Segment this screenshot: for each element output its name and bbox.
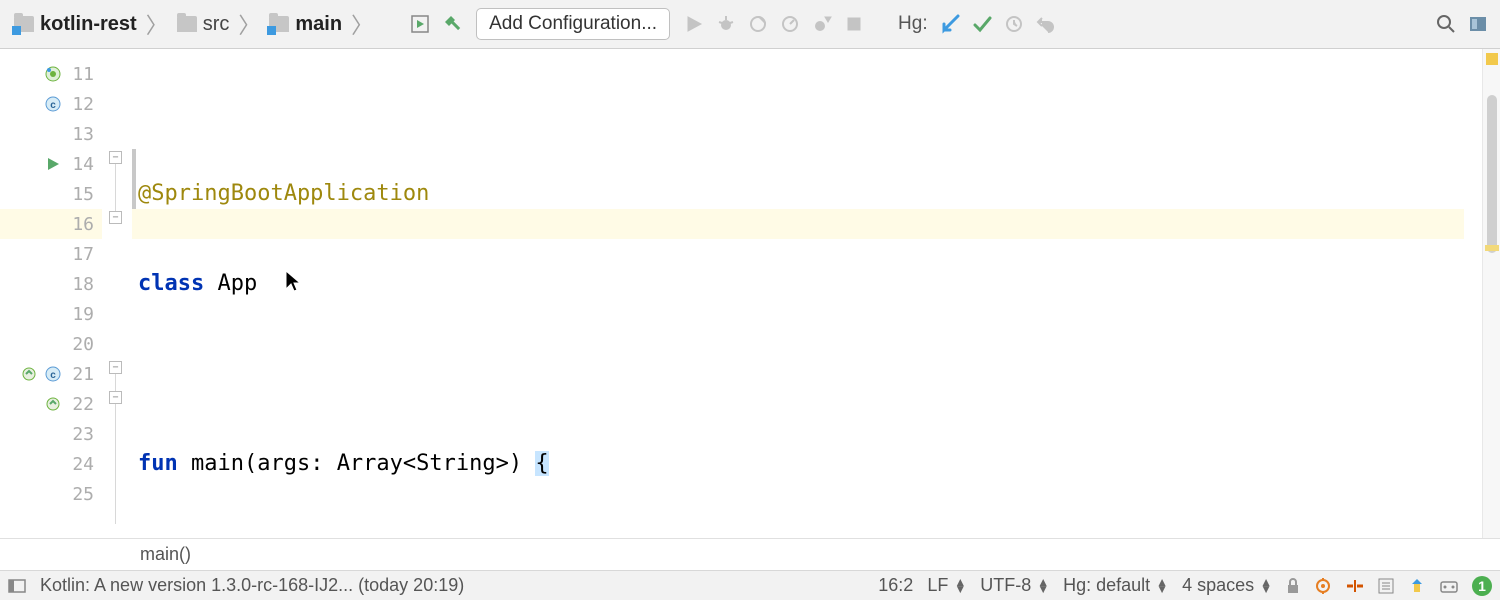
stop-icon[interactable] xyxy=(840,10,868,38)
status-message[interactable]: Kotlin: A new version 1.3.0-rc-168-IJ2..… xyxy=(40,575,464,596)
breadcrumb-label: src xyxy=(203,13,230,36)
vcs-revert-icon[interactable] xyxy=(1032,10,1060,38)
run-configuration-dropdown[interactable]: Add Configuration... xyxy=(476,8,670,40)
search-everywhere-icon[interactable] xyxy=(1432,10,1460,38)
breadcrumb-project[interactable]: kotlin-rest xyxy=(8,10,143,39)
line-number: 22 xyxy=(68,394,94,415)
line-number: 25 xyxy=(68,484,94,505)
class-icon[interactable]: c xyxy=(44,365,62,383)
line-number: 16 xyxy=(68,214,94,235)
run-configuration-label: Add Configuration... xyxy=(489,13,657,35)
vcs-label: Hg: xyxy=(898,13,928,35)
vcs-update-icon[interactable] xyxy=(936,10,964,38)
updown-icon: ▲▼ xyxy=(1156,579,1168,593)
indent-widget[interactable]: 4 spaces▲▼ xyxy=(1182,575,1272,596)
vcs-commit-icon[interactable] xyxy=(968,10,996,38)
main-toolbar: kotlin-rest 〉 src 〉 main 〉 Add Configura… xyxy=(0,0,1500,49)
folding-column[interactable]: − − − − xyxy=(102,49,132,538)
vcs-branch-widget[interactable]: Hg: default▲▼ xyxy=(1063,575,1168,596)
run-gutter-icon[interactable] xyxy=(44,155,62,173)
inspection-widget-icon[interactable] xyxy=(1346,579,1364,593)
breadcrumb-label: kotlin-rest xyxy=(40,13,137,36)
fold-toggle[interactable]: − xyxy=(109,391,122,404)
code-text: @SpringBootApplication xyxy=(138,181,429,206)
override-icon[interactable] xyxy=(20,365,38,383)
ide-errors-icon[interactable] xyxy=(1440,578,1458,594)
attach-debugger-icon[interactable] xyxy=(808,10,836,38)
coverage-icon[interactable] xyxy=(744,10,772,38)
line-number: 19 xyxy=(68,304,94,325)
line-number: 23 xyxy=(68,424,94,445)
line-number: 13 xyxy=(68,124,94,145)
svg-text:c: c xyxy=(50,370,56,381)
spring-bean-icon[interactable] xyxy=(44,65,62,83)
error-stripe[interactable] xyxy=(1482,49,1500,538)
override-icon[interactable] xyxy=(44,395,62,413)
read-only-lock-icon[interactable] xyxy=(1286,578,1300,594)
fold-toggle[interactable]: − xyxy=(109,151,122,164)
line-number: 20 xyxy=(68,334,94,355)
line-separator-widget[interactable]: LF▲▼ xyxy=(927,575,966,596)
line-number: 14 xyxy=(68,154,94,175)
breadcrumb-separator: 〉 xyxy=(237,8,261,40)
cursor-position[interactable]: 16:2 xyxy=(878,575,913,596)
line-number: 15 xyxy=(68,184,94,205)
navigation-breadcrumb: kotlin-rest 〉 src 〉 main 〉 xyxy=(8,8,374,40)
svg-text:c: c xyxy=(50,100,56,111)
run-icon[interactable] xyxy=(680,10,708,38)
profile-icon[interactable] xyxy=(776,10,804,38)
debug-icon[interactable] xyxy=(712,10,740,38)
line-gutter[interactable]: 11 c 12 13 14 15 16 17 18 19 20 c 21 22 23… xyxy=(0,49,102,538)
scrollbar-thumb[interactable] xyxy=(1487,95,1497,253)
line-number: 18 xyxy=(68,274,94,295)
project-structure-icon[interactable] xyxy=(1464,10,1492,38)
warning-marker[interactable] xyxy=(1485,245,1499,251)
todo-widget-icon[interactable] xyxy=(1378,578,1394,594)
tool-window-toggle-icon[interactable] xyxy=(8,579,26,593)
line-number: 21 xyxy=(68,364,94,385)
warning-marker[interactable] xyxy=(1486,53,1498,65)
fold-toggle[interactable]: − xyxy=(109,361,122,374)
source-folder-icon xyxy=(269,16,289,32)
fold-toggle[interactable]: − xyxy=(109,211,122,224)
line-number: 24 xyxy=(68,454,94,475)
breadcrumb-label: main xyxy=(295,13,342,36)
build-hammer-icon[interactable] xyxy=(438,10,466,38)
updown-icon: ▲▼ xyxy=(1037,579,1049,593)
run-last-icon[interactable] xyxy=(406,10,434,38)
event-log-badge[interactable]: 1 xyxy=(1472,576,1492,596)
structure-breadcrumb[interactable]: main() xyxy=(0,538,1500,570)
folder-icon xyxy=(177,16,197,32)
sync-icon[interactable] xyxy=(1408,577,1426,595)
vcs-history-icon[interactable] xyxy=(1000,10,1028,38)
structure-breadcrumb-item[interactable]: main() xyxy=(140,544,191,565)
updown-icon: ▲▼ xyxy=(1260,579,1272,593)
breadcrumb-main[interactable]: main xyxy=(263,10,348,39)
class-icon[interactable]: c xyxy=(44,95,62,113)
status-bar: Kotlin: A new version 1.3.0-rc-168-IJ2..… xyxy=(0,570,1500,600)
module-folder-icon xyxy=(14,16,34,32)
breadcrumb-src[interactable]: src xyxy=(171,10,236,39)
line-number: 12 xyxy=(68,94,94,115)
line-number: 11 xyxy=(68,64,94,85)
encoding-widget[interactable]: UTF-8▲▼ xyxy=(980,575,1049,596)
updown-icon: ▲▼ xyxy=(954,579,966,593)
breadcrumb-separator: 〉 xyxy=(145,8,169,40)
memory-indicator-icon[interactable] xyxy=(1314,577,1332,595)
code-area[interactable]: @SpringBootApplication class App fun mai… xyxy=(132,49,1482,538)
editor: 11 c 12 13 14 15 16 17 18 19 20 c 21 22 23… xyxy=(0,49,1500,538)
breadcrumb-separator: 〉 xyxy=(350,8,374,40)
line-number: 17 xyxy=(68,244,94,265)
